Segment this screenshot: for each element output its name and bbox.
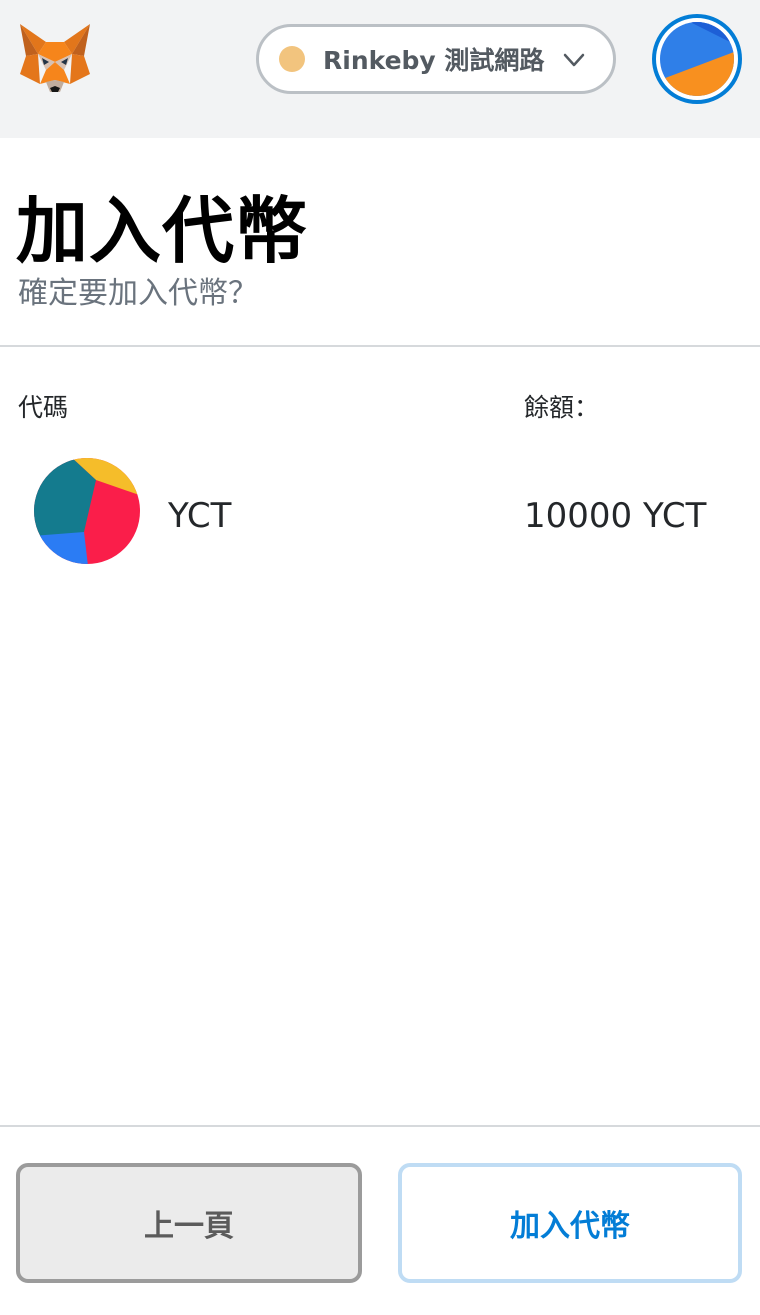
- metamask-fox-icon[interactable]: [16, 22, 94, 94]
- page-subtitle: 確定要加入代幣？: [18, 276, 258, 311]
- column-header-symbol: 代碼: [18, 393, 69, 422]
- add-token-button[interactable]: 加入代幣: [398, 1163, 742, 1283]
- account-identicon-icon: [660, 22, 734, 96]
- page-title: 加入代幣: [16, 189, 309, 273]
- network-status-dot: [279, 46, 305, 72]
- back-button[interactable]: 上一頁: [16, 1163, 362, 1283]
- column-header-balance: 餘額：: [524, 393, 600, 422]
- token-symbol: YCT: [168, 496, 232, 536]
- header-divider: [0, 345, 760, 347]
- account-menu-button[interactable]: [652, 14, 742, 104]
- token-balance: 10000 YCT: [524, 496, 707, 536]
- chevron-down-icon: [563, 53, 585, 67]
- token-identicon-icon: [34, 458, 140, 564]
- network-selector[interactable]: Rinkeby 測試網路: [256, 24, 616, 94]
- footer-divider: [0, 1125, 760, 1127]
- network-name: Rinkeby 測試網路: [323, 46, 545, 75]
- add-token-screen: Rinkeby 測試網路 加入代幣 確定要加入代幣？ 代碼 餘額： YCT 10…: [0, 0, 760, 1315]
- token-row: YCT 10000 YCT: [0, 450, 760, 578]
- app-header: Rinkeby 測試網路: [0, 0, 760, 138]
